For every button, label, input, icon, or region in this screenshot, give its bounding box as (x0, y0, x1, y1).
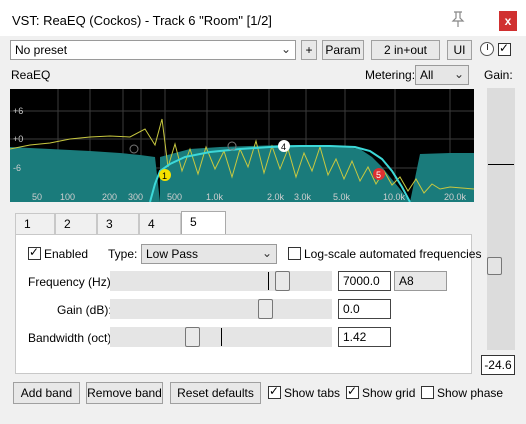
filter-type-value: Low Pass (146, 247, 199, 261)
type-label: Type: (108, 247, 138, 261)
freq-label: 500 (167, 192, 182, 202)
gain-fader[interactable] (487, 88, 515, 350)
chevron-down-icon: ⌄ (261, 246, 272, 260)
tab-band-5[interactable]: 5 (181, 211, 226, 235)
freq-label: 2.0k (267, 192, 285, 202)
chevron-down-icon: ⌄ (280, 42, 291, 56)
show-phase-checkbox[interactable] (421, 386, 434, 399)
preset-dropdown[interactable]: No preset ⌄ (10, 40, 296, 60)
frequency-label: Frequency (Hz): (28, 275, 115, 289)
band-marker-1[interactable]: 1 (159, 169, 171, 181)
frequency-slider-thumb[interactable] (275, 271, 290, 291)
gain-zero-tick (488, 164, 514, 165)
gain-slider[interactable] (110, 299, 332, 319)
tab-band-1[interactable]: 1 (15, 213, 55, 234)
plugin-window: VST: ReaEQ (Cockos) - Track 6 "Room" [1/… (0, 0, 526, 424)
show-grid-label: Show grid (362, 386, 416, 400)
logscale-label: Log-scale automated frequencies (304, 247, 482, 261)
close-button[interactable]: x (499, 11, 517, 31)
bandwidth-slider-thumb[interactable] (185, 327, 200, 347)
freq-label: 3.0k (294, 192, 312, 202)
freq-label: 1.0k (206, 192, 224, 202)
show-tabs-checkbox[interactable] (268, 384, 281, 399)
db-label: -6 (13, 163, 21, 173)
gain-fader-thumb[interactable] (487, 257, 502, 275)
freq-label: 100 (60, 192, 75, 202)
frequency-field[interactable]: 7000.0 (338, 271, 391, 291)
note-field: A8 (394, 271, 447, 291)
reset-defaults-button[interactable]: Reset defaults (170, 382, 261, 404)
db-label: +6 (13, 106, 23, 116)
logscale-checkbox[interactable] (288, 247, 301, 260)
filter-type-dropdown[interactable]: Low Pass ⌄ (141, 244, 277, 264)
tab-band-2[interactable]: 2 (55, 213, 97, 234)
svg-text:4: 4 (281, 142, 286, 152)
svg-text:5: 5 (376, 170, 381, 180)
db-label: +0 (13, 134, 23, 144)
tab-band-3[interactable]: 3 (97, 213, 139, 234)
title-bar[interactable]: VST: ReaEQ (Cockos) - Track 6 "Room" [1/… (0, 0, 526, 36)
pin-icon[interactable] (449, 10, 467, 28)
bypass-checkbox[interactable] (498, 41, 511, 56)
metering-value: All (420, 68, 434, 82)
frequency-default-marker (268, 272, 269, 290)
freq-label: 20.0k (444, 192, 467, 202)
frequency-slider[interactable] (110, 271, 332, 291)
gain-db-field[interactable]: 0.0 (338, 299, 391, 319)
plugin-name-label: ReaEQ (11, 68, 51, 82)
gain-label: Gain: (484, 68, 513, 82)
gain-slider-thumb[interactable] (258, 299, 273, 319)
eq-graph-canvas: +6 +0 -6 50 100 200 300 500 1.0k 2.0k 3.… (10, 89, 474, 202)
freq-label: 300 (128, 192, 143, 202)
band-marker-5[interactable]: 5 (373, 168, 385, 180)
chevron-down-icon: ⌄ (453, 67, 464, 81)
show-tabs-label: Show tabs (284, 386, 341, 400)
bandwidth-label: Bandwidth (oct): (28, 331, 115, 345)
param-button[interactable]: Param (322, 40, 364, 60)
freq-label: 5.0k (333, 192, 351, 202)
freq-label: 10.0k (383, 192, 406, 202)
eq-graph[interactable]: +6 +0 -6 50 100 200 300 500 1.0k 2.0k 3.… (10, 89, 474, 202)
metering-dropdown[interactable]: All ⌄ (415, 65, 469, 85)
tab-band-4[interactable]: 4 (139, 213, 181, 234)
freq-label: 50 (32, 192, 42, 202)
remove-band-button[interactable]: Remove band (86, 382, 163, 404)
bandwidth-slider[interactable] (110, 327, 332, 347)
gain-value-field[interactable]: -24.6 (481, 355, 515, 375)
enabled-label: Enabled (44, 247, 89, 261)
show-phase-label: Show phase (437, 386, 504, 400)
show-grid-checkbox[interactable] (346, 384, 359, 399)
bandwidth-field[interactable]: 1.42 (338, 327, 391, 347)
ui-button[interactable]: UI (447, 40, 472, 60)
band-marker-4[interactable]: 4 (278, 140, 290, 152)
add-band-button[interactable]: Add band (13, 382, 80, 404)
bandwidth-default-marker (221, 328, 222, 346)
gain-db-label: Gain (dB): (57, 303, 112, 317)
svg-text:1: 1 (162, 171, 167, 181)
wet-knob[interactable] (480, 42, 494, 56)
add-preset-button[interactable]: + (301, 40, 317, 60)
metering-label: Metering: (365, 68, 416, 82)
freq-label: 200 (102, 192, 117, 202)
window-title: VST: ReaEQ (Cockos) - Track 6 "Room" [1/… (12, 13, 272, 28)
io-routing-button[interactable]: 2 in+out (371, 40, 440, 60)
enabled-checkbox[interactable] (28, 245, 41, 260)
preset-value: No preset (15, 43, 68, 57)
